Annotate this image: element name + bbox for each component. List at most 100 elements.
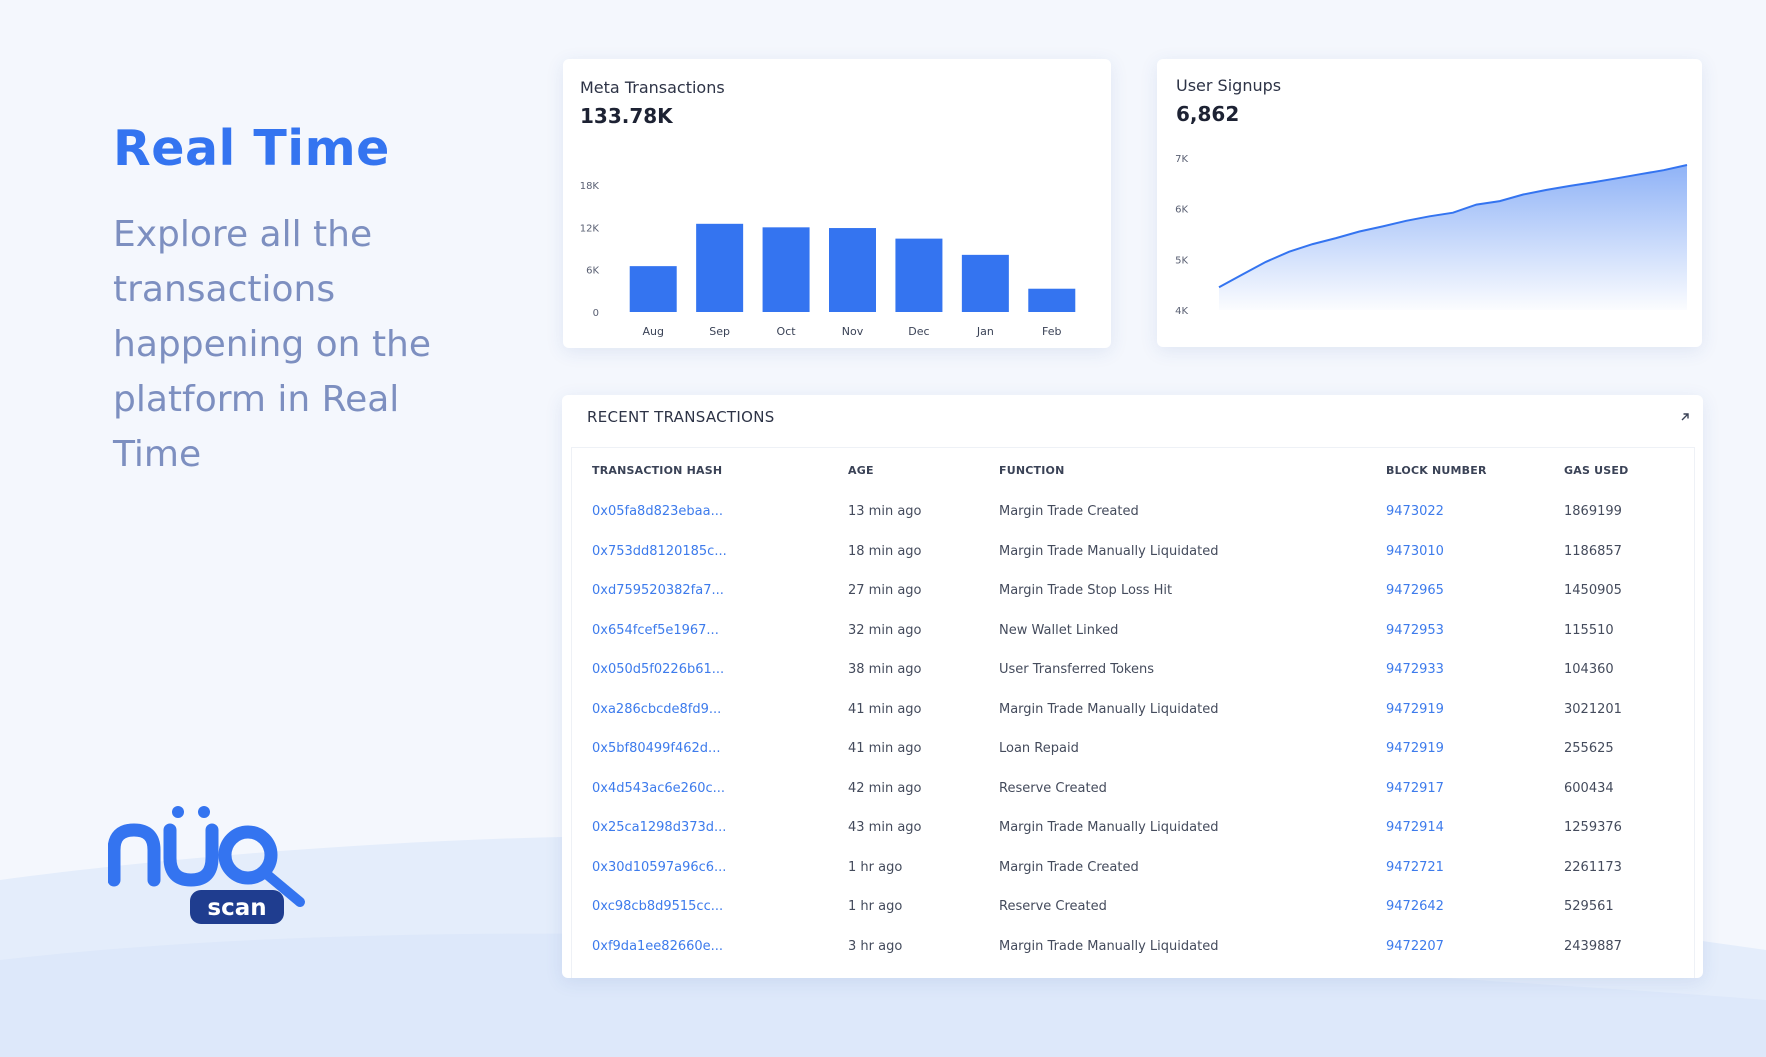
meta-transactions-card: Meta Transactions 133.78K 0 6K 12K 18K Aug Se… [563, 59, 1111, 348]
x-tick-label: Nov [842, 325, 864, 338]
block-number-link[interactable]: 9472953 [1386, 611, 1564, 651]
function-cell: User Transferred Tokens [999, 662, 1155, 678]
bar-feb [1028, 288, 1076, 312]
transaction-hash-link[interactable]: 0xd759520382fa7... [592, 571, 848, 611]
table-row: 0xa286cbcde8fd9... 41 min ago Margin Trade… [592, 690, 1682, 730]
transaction-hash-link[interactable]: 0x05fa8d823ebaa... [592, 492, 848, 532]
bar-sep [696, 223, 744, 312]
y-tick-label: 0 [593, 308, 599, 319]
y-tick-label: 5K [1175, 255, 1188, 266]
block-number-link[interactable]: 9472914 [1386, 808, 1564, 848]
column-header-block-number: BLOCK NUMBER [1386, 463, 1487, 477]
table-row: 0x753dd8120185c... 18 min ago Margin Trade… [592, 532, 1682, 572]
block-number-link[interactable]: 9472919 [1386, 690, 1564, 730]
function-cell: Margin Trade Stop Loss Hit [999, 583, 1173, 599]
gas-used-cell: 2261173 [1564, 859, 1622, 875]
gas-used-cell: 2439887 [1564, 938, 1622, 954]
column-header-age: AGE [848, 463, 874, 477]
block-number-link[interactable]: 9472207 [1386, 927, 1564, 967]
transaction-hash-link[interactable]: 0x5bf80499f462d... [592, 729, 848, 769]
column-header-gas-used: GAS USED [1564, 463, 1629, 477]
block-number-link[interactable]: 9473010 [1386, 532, 1564, 572]
user-signups-area-chart: 4K 5K 6K 7K [1175, 154, 1688, 317]
function-cell: Reserve Created [999, 780, 1107, 796]
transaction-hash-link[interactable]: 0x753dd8120185c... [592, 532, 848, 572]
block-number-link[interactable]: 9472917 [1386, 769, 1564, 809]
table-row: 0x654fcef5e1967... 32 min ago New Wallet L… [592, 611, 1682, 651]
function-cell: Margin Trade Created [999, 859, 1139, 875]
transaction-hash-link[interactable]: 0x050d5f0226b61... [592, 650, 848, 690]
y-tick-label: 6K [1175, 205, 1188, 216]
block-number-link[interactable]: 9472965 [1386, 571, 1564, 611]
transaction-hash-link[interactable]: 0xf9da1ee82660e... [592, 927, 848, 967]
age-cell: 38 min ago [848, 662, 922, 678]
transactions-table-wrapper: TRANSACTION HASH AGE FUNCTION BLOCK NUMB… [571, 447, 1695, 978]
gas-used-cell: 255625 [1564, 741, 1614, 757]
function-cell: Margin Trade Manually Liquidated [999, 701, 1219, 717]
age-cell: 32 min ago [848, 622, 922, 638]
age-cell: 1 hr ago [848, 899, 903, 915]
x-tick-label: Aug [642, 325, 663, 338]
transactions-table: TRANSACTION HASH AGE FUNCTION BLOCK NUMB… [592, 448, 1682, 966]
age-cell: 3 hr ago [848, 938, 903, 954]
signups-area-fill [1219, 165, 1687, 310]
y-tick-label: 4K [1175, 306, 1188, 317]
age-cell: 18 min ago [848, 543, 922, 559]
transaction-hash-link[interactable]: 0x654fcef5e1967... [592, 611, 848, 651]
function-cell: Margin Trade Manually Liquidated [999, 543, 1219, 559]
gas-used-cell: 104360 [1564, 662, 1614, 678]
bar-jan [961, 254, 1009, 312]
column-header-function: FUNCTION [999, 463, 1065, 477]
x-tick-label: Oct [777, 325, 797, 338]
transaction-hash-link[interactable]: 0x25ca1298d373d... [592, 808, 848, 848]
transaction-hash-link[interactable]: 0x4d543ac6e260c... [592, 769, 848, 809]
bar-oct [762, 227, 810, 312]
logo-graphic: scan [107, 806, 305, 924]
gas-used-cell: 1259376 [1564, 820, 1622, 836]
block-number-link[interactable]: 9472721 [1386, 848, 1564, 888]
age-cell: 1 hr ago [848, 859, 903, 875]
function-cell: Margin Trade Created [999, 504, 1139, 520]
gas-used-cell: 1186857 [1564, 543, 1622, 559]
transaction-hash-link[interactable]: 0xa286cbcde8fd9... [592, 690, 848, 730]
y-tick-label: 6K [586, 266, 599, 277]
gas-used-cell: 600434 [1564, 780, 1614, 796]
gas-used-cell: 115510 [1564, 622, 1614, 638]
hero-section: Real Time Explore all the transactions h… [113, 120, 473, 482]
hero-title: Real Time [113, 120, 390, 177]
table-row: 0x050d5f0226b61... 38 min ago User Transfe… [592, 650, 1682, 690]
table-row: 0xd759520382fa7... 27 min ago Margin Trade… [592, 571, 1682, 611]
block-number-link[interactable]: 9472933 [1386, 650, 1564, 690]
recent-transactions-card: RECENT TRANSACTIONS TRANSACTION HASH AGE… [562, 395, 1703, 978]
age-cell: 43 min ago [848, 820, 922, 836]
block-number-link[interactable]: 9472642 [1386, 887, 1564, 927]
expand-icon[interactable] [1677, 409, 1693, 425]
block-number-link[interactable]: 9473022 [1386, 492, 1564, 532]
gas-used-cell: 1450905 [1564, 583, 1622, 599]
x-tick-label: Feb [1042, 325, 1061, 338]
table-row: 0xc98cb8d9515cc... 1 hr ago Reserve Create… [592, 887, 1682, 927]
meta-transactions-bar-chart: 0 6K 12K 18K Aug Sep Oct Nov Dec Jan Feb [580, 181, 1076, 338]
user-signups-card: User Signups 6,862 4K 5K 6K 7K [1157, 59, 1702, 347]
function-cell: Margin Trade Manually Liquidated [999, 820, 1219, 836]
age-cell: 41 min ago [848, 701, 922, 717]
table-header-row: TRANSACTION HASH AGE FUNCTION BLOCK NUMB… [592, 448, 1682, 492]
age-cell: 42 min ago [848, 780, 922, 796]
recent-transactions-title: RECENT TRANSACTIONS [587, 408, 775, 426]
bar-aug [629, 266, 677, 312]
logo-tag: scan [207, 895, 266, 921]
transaction-hash-link[interactable]: 0xc98cb8d9515cc... [592, 887, 848, 927]
block-number-link[interactable]: 9472919 [1386, 729, 1564, 769]
age-cell: 27 min ago [848, 583, 922, 599]
age-cell: 41 min ago [848, 741, 922, 757]
table-row: 0x4d543ac6e260c... 42 min ago Reserve Crea… [592, 769, 1682, 809]
function-cell: Reserve Created [999, 899, 1107, 915]
transaction-hash-link[interactable]: 0x30d10597a96c6... [592, 848, 848, 888]
y-tick-label: 12K [580, 223, 600, 234]
bar-nov [829, 228, 876, 312]
gas-used-cell: 3021201 [1564, 701, 1622, 717]
y-tick-label: 18K [580, 181, 600, 192]
function-cell: Margin Trade Manually Liquidated [999, 938, 1219, 954]
bar-dec [895, 238, 943, 312]
x-tick-label: Jan [976, 325, 994, 338]
